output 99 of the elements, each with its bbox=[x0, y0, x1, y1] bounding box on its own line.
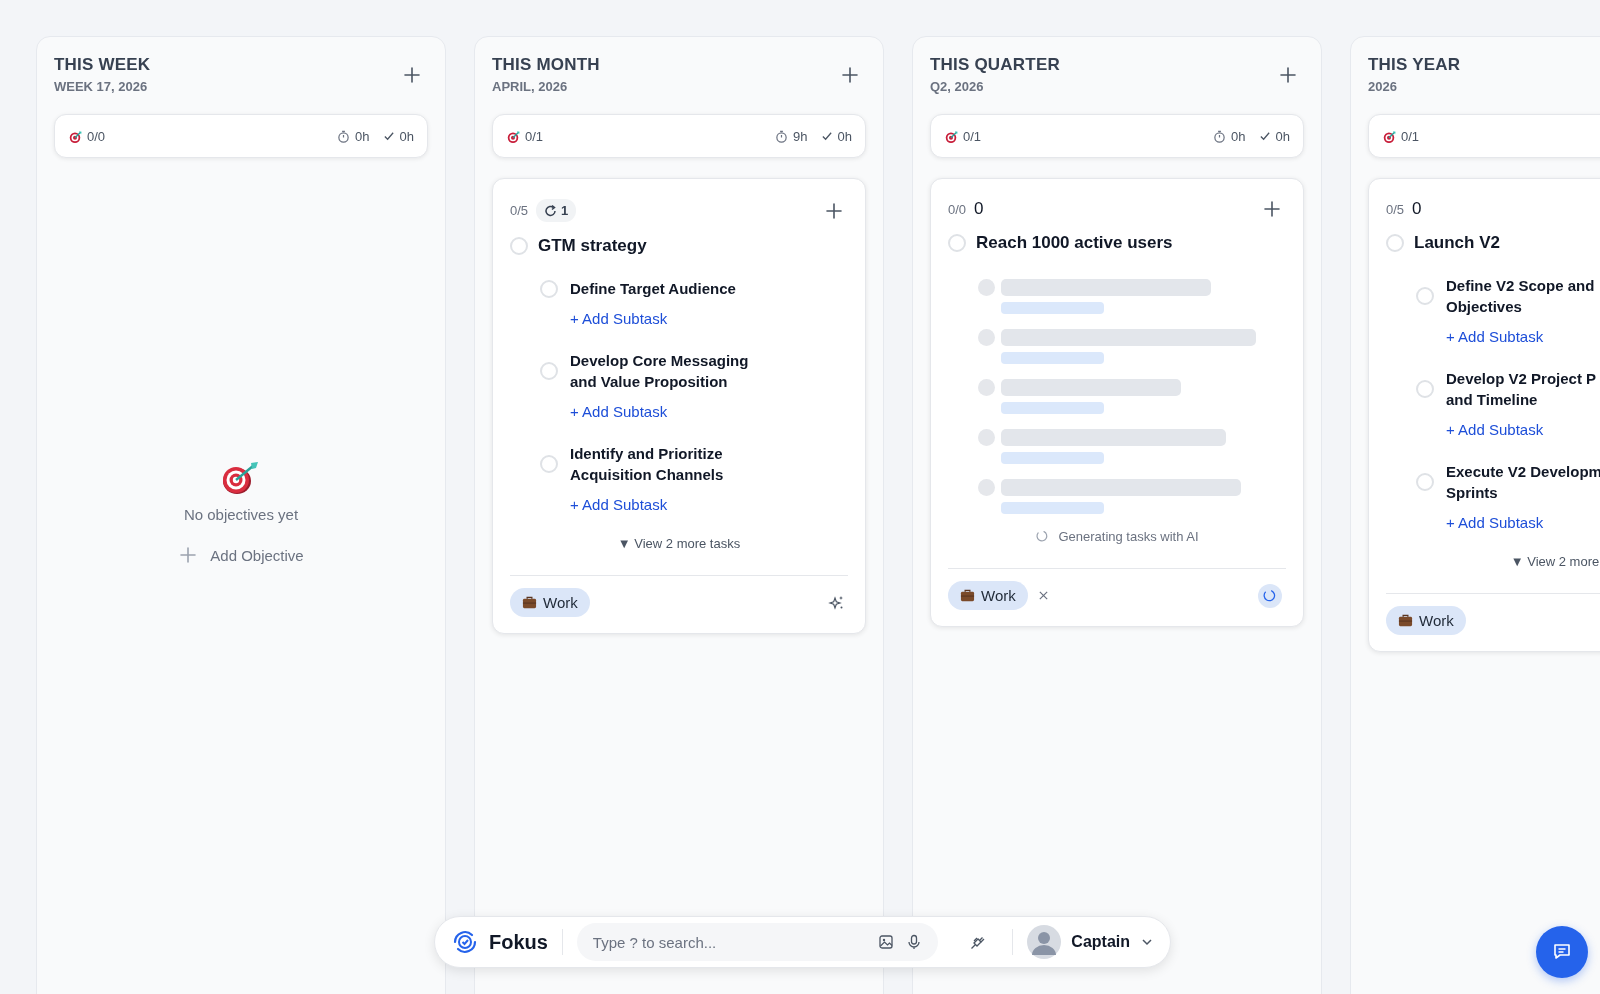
task-title: Develop V2 Project P and Timeline bbox=[1446, 369, 1597, 410]
tag[interactable]: Work bbox=[510, 588, 590, 617]
tag[interactable]: Work bbox=[1386, 606, 1466, 635]
add-button[interactable] bbox=[1278, 64, 1298, 85]
task-title: Define Target Audience bbox=[570, 279, 736, 299]
target-icon bbox=[221, 460, 261, 496]
view-more-link[interactable]: ▼ View 2 more bbox=[1510, 554, 1600, 569]
checkbox[interactable] bbox=[540, 455, 558, 473]
add-subtask-link[interactable]: + Add Subtask bbox=[570, 310, 668, 327]
column-title: THIS QUARTER bbox=[930, 55, 1060, 75]
time-done: 0h bbox=[399, 128, 414, 144]
avatar bbox=[1027, 925, 1062, 959]
add-task-button[interactable] bbox=[1262, 199, 1282, 219]
search-bar[interactable]: Type ? to search... bbox=[576, 923, 939, 961]
logo-icon bbox=[451, 928, 479, 956]
plus-icon bbox=[1262, 199, 1282, 219]
refresh-icon bbox=[544, 204, 558, 217]
time-total: 9h bbox=[793, 128, 808, 144]
close-icon[interactable] bbox=[1037, 590, 1049, 601]
checkbox[interactable] bbox=[1416, 380, 1434, 398]
microphone-button[interactable] bbox=[906, 934, 923, 950]
column-title: THIS WEEK bbox=[54, 55, 151, 75]
view-more-link[interactable]: ▼ View 2 more tasks bbox=[617, 536, 741, 551]
streak-count: 1 bbox=[561, 203, 569, 218]
checkbox[interactable] bbox=[1416, 287, 1434, 305]
column-subtitle: Q2, 2026 bbox=[930, 79, 985, 94]
check-icon bbox=[382, 130, 395, 142]
loading-button[interactable] bbox=[1258, 583, 1282, 608]
checkbox[interactable] bbox=[540, 362, 558, 380]
user-menu[interactable]: Captain bbox=[1027, 925, 1154, 959]
ai-sparkle-button[interactable] bbox=[827, 594, 844, 611]
column-subtitle: APRIL, 2026 bbox=[492, 79, 569, 94]
column-title: THIS MONTH bbox=[492, 55, 600, 75]
objective-count: 0/1 bbox=[525, 128, 544, 144]
target-icon bbox=[506, 129, 520, 143]
image-icon bbox=[878, 934, 895, 950]
checkbox[interactable] bbox=[1416, 473, 1434, 491]
objective-title: Reach 1000 active users bbox=[976, 233, 1173, 253]
column-subtitle: WEEK 17, 2026 bbox=[54, 79, 149, 94]
add-subtask-link[interactable]: + Add Subtask bbox=[570, 496, 668, 513]
stopwatch-icon bbox=[1213, 129, 1227, 143]
progress-count: 0/0 bbox=[948, 201, 967, 217]
add-subtask-link[interactable]: + Add Subtask bbox=[1446, 514, 1544, 531]
task-title: Define V2 Scope and Objectives bbox=[1446, 276, 1595, 317]
plus-icon bbox=[824, 200, 844, 221]
briefcase-icon bbox=[522, 595, 537, 610]
counter: 0 bbox=[974, 199, 984, 219]
plus-icon bbox=[178, 545, 199, 565]
search-field[interactable]: Type ? to search... bbox=[592, 933, 867, 951]
check-icon bbox=[820, 130, 833, 142]
time-total: 0h bbox=[1231, 128, 1246, 144]
add-objective-button[interactable]: Add Objective bbox=[178, 545, 304, 565]
add-subtask-link[interactable]: + Add Subtask bbox=[1446, 421, 1544, 438]
time-total: 0h bbox=[355, 128, 370, 144]
task-title: Identify and Prioritize Acquisition Channels bbox=[570, 444, 724, 485]
brand-name: Fokus bbox=[489, 930, 548, 954]
column-title: THIS YEAR bbox=[1368, 55, 1461, 75]
time-done: 0h bbox=[837, 128, 852, 144]
checkbox[interactable] bbox=[1386, 234, 1404, 252]
plus-icon bbox=[1278, 64, 1298, 85]
status-text: Generating tasks with AI bbox=[1058, 529, 1199, 544]
check-icon bbox=[1258, 130, 1271, 142]
time-done: 0h bbox=[1275, 128, 1290, 144]
chat-icon bbox=[1552, 942, 1572, 962]
tag-label: Work bbox=[981, 587, 1016, 604]
add-button[interactable] bbox=[840, 64, 860, 85]
progress-count: 0/5 bbox=[510, 203, 529, 218]
plus-icon bbox=[402, 64, 422, 85]
microphone-icon bbox=[906, 934, 923, 950]
objective-count: 0/1 bbox=[1401, 128, 1420, 144]
target-icon bbox=[68, 129, 82, 143]
tag[interactable]: Work bbox=[948, 581, 1028, 610]
counter: 0 bbox=[1412, 199, 1422, 219]
target-icon bbox=[944, 129, 958, 143]
spinner-icon bbox=[1262, 587, 1278, 604]
image-button[interactable] bbox=[878, 934, 895, 950]
stopwatch-icon bbox=[337, 129, 351, 143]
checkbox[interactable] bbox=[540, 279, 558, 298]
add-task-button[interactable] bbox=[824, 200, 844, 221]
checkbox[interactable] bbox=[510, 237, 528, 255]
tag-label: Work bbox=[1419, 612, 1454, 629]
add-subtask-link[interactable]: + Add Subtask bbox=[570, 403, 668, 420]
stopwatch-icon bbox=[775, 129, 789, 143]
progress-count: 0/5 bbox=[1386, 201, 1405, 217]
empty-message: No objectives yet bbox=[183, 506, 299, 523]
objective-title: Launch V2 bbox=[1414, 233, 1500, 253]
plus-icon bbox=[840, 64, 860, 85]
target-icon bbox=[1382, 129, 1396, 143]
tag-label: Work bbox=[543, 594, 578, 611]
task-title: Develop Core Messaging and Value Proposition bbox=[570, 351, 749, 392]
column-subtitle: 2026 bbox=[1368, 79, 1398, 94]
objective-count: 0/0 bbox=[87, 128, 106, 144]
briefcase-icon bbox=[1398, 613, 1413, 628]
objective-count: 0/1 bbox=[963, 128, 982, 144]
add-button[interactable] bbox=[402, 64, 422, 85]
checkbox[interactable] bbox=[948, 234, 966, 252]
objective-title: GTM strategy bbox=[538, 236, 647, 256]
briefcase-icon bbox=[960, 588, 975, 603]
add-subtask-link[interactable]: + Add Subtask bbox=[1446, 328, 1544, 345]
